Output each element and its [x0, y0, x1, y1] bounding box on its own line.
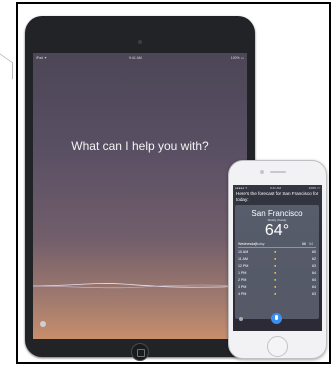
siri-prompt: What can I help you with?: [71, 139, 209, 153]
hour-temp: 63: [312, 292, 316, 296]
help-icon[interactable]: [40, 321, 46, 327]
sun-icon: ●: [274, 270, 277, 275]
iphone-status-battery: 100% ▭: [308, 186, 320, 190]
hour-temp: 64: [312, 285, 316, 289]
speaker-grille: [270, 171, 286, 173]
iphone-home-button[interactable]: [267, 336, 288, 357]
hour-temp: 63: [312, 264, 316, 268]
sun-icon: ●: [274, 263, 277, 268]
camera-icon: [260, 170, 264, 174]
siri-response: Here's the forecast for San Francisco fo…: [236, 191, 319, 202]
hourly-row: 12 PM ● 63: [238, 263, 316, 271]
hour-label: 4 PM: [238, 292, 247, 296]
hourly-row: 11 AM ● 62: [238, 256, 316, 264]
hourly-row: 2 PM ● 64: [238, 277, 316, 285]
hour-temp: 64: [312, 271, 316, 275]
iphone-status-carrier: ●●●●● ✦: [235, 186, 248, 190]
iphone-screen: ●●●●● ✦ 9:41 AM 100% ▭ Here's the foreca…: [233, 185, 322, 331]
iphone-device: ●●●●● ✦ 9:41 AM 100% ▭ Here's the foreca…: [228, 160, 327, 359]
camera-icon: [138, 40, 142, 44]
iphone-status-time: 9:41 AM: [270, 186, 282, 190]
hour-label: 1 PM: [238, 271, 247, 275]
hour-label: 3 PM: [238, 285, 247, 289]
ipad-status-carrier: iPad ✦: [36, 56, 47, 60]
current-temperature: 64°: [264, 222, 290, 239]
ipad-home-button[interactable]: [131, 343, 149, 361]
hour-temp: 62: [312, 257, 316, 261]
siri-waveform-icon: [33, 283, 247, 289]
hour-label: 11 AM: [238, 257, 248, 261]
hourly-row: 3 PM ● 64: [238, 284, 316, 292]
divider: [238, 247, 316, 248]
hourly-row: 10 AM ● 60: [238, 249, 316, 257]
hourly-row: 1 PM ● 64: [238, 270, 316, 278]
hour-temp: 64: [312, 278, 316, 282]
hourly-row: 4 PM ● 63: [238, 291, 316, 299]
microphone-button[interactable]: [271, 313, 282, 324]
weather-city: San Francisco: [251, 209, 303, 218]
sun-icon: ●: [274, 249, 277, 254]
weather-low: 54: [309, 242, 313, 246]
sun-icon: ●: [274, 284, 277, 289]
hour-label: 12 PM: [238, 264, 249, 268]
microphone-icon: [275, 315, 278, 320]
sun-icon: ●: [274, 277, 277, 282]
ipad-status-time: 9:41 AM: [129, 56, 142, 60]
sun-icon: ●: [274, 256, 277, 261]
hour-label: 2 PM: [238, 278, 247, 282]
help-icon[interactable]: [239, 317, 243, 321]
hour-temp: 60: [312, 250, 316, 254]
ipad-status-battery: 100% ▭: [230, 56, 244, 60]
weather-card[interactable]: San Francisco Mostly Cloudy 64° Wednesda…: [235, 205, 319, 319]
ipad-device: iPad ✦ 9:41 AM 100% ▭ What can I help yo…: [25, 16, 255, 361]
ipad-screen: iPad ✦ 9:41 AM 100% ▭ What can I help yo…: [33, 53, 247, 339]
weather-today-label: Today: [255, 242, 265, 246]
hour-label: 10 AM: [238, 250, 249, 254]
weather-high: 66: [302, 242, 306, 246]
sun-icon: ●: [274, 291, 277, 296]
page-edge-mark: [0, 53, 13, 80]
